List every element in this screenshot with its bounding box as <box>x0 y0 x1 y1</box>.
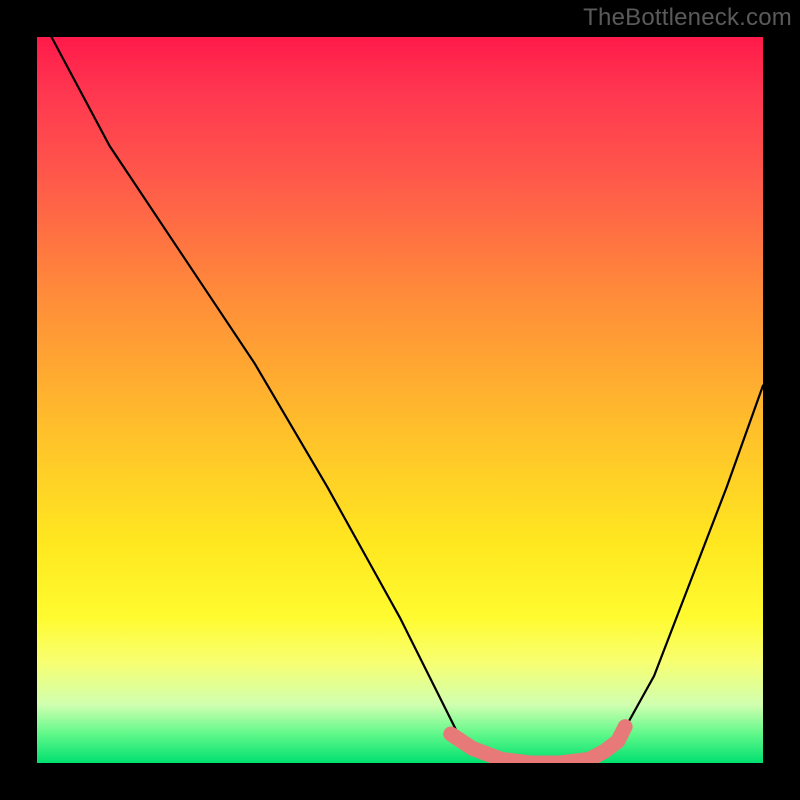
chart-svg <box>37 37 763 763</box>
watermark-text: TheBottleneck.com <box>583 4 792 32</box>
bottleneck-curve-line <box>52 37 764 763</box>
bottleneck-floor-highlight <box>451 727 625 763</box>
chart-plot-area <box>37 37 763 763</box>
